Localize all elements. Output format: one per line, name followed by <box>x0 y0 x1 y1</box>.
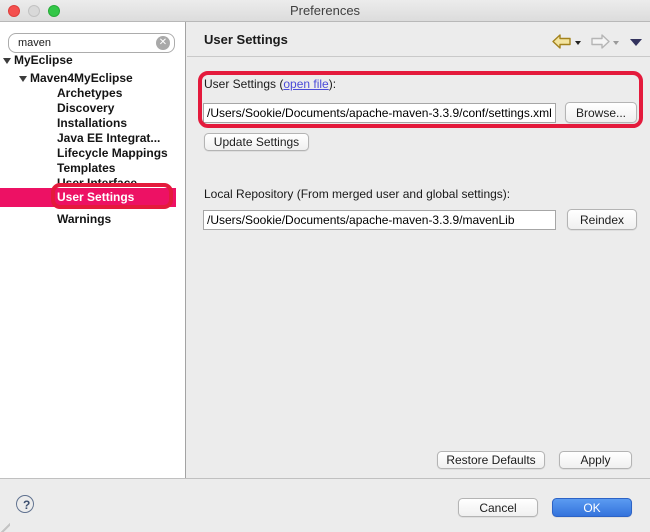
filter-search-input[interactable] <box>8 33 175 53</box>
tree-item-user-settings-selected[interactable]: User Settings <box>0 188 176 207</box>
tree-item-lifecycle-mappings[interactable]: Lifecycle Mappings <box>0 146 185 161</box>
help-icon[interactable]: ? <box>16 495 34 513</box>
dialog-button-bar: ? Cancel OK <box>0 478 650 532</box>
tree-item-discovery[interactable]: Discovery <box>0 101 185 116</box>
apply-button[interactable]: Apply <box>559 451 632 469</box>
preferences-dialog: Preferences ✕ MyEclipse Maven4MyEclipse … <box>0 0 650 532</box>
back-arrow-icon[interactable] <box>552 34 572 49</box>
header-separator <box>187 56 650 57</box>
tree-item-myeclipse[interactable]: MyEclipse <box>0 53 185 68</box>
open-file-link[interactable]: open file <box>283 77 328 91</box>
restore-defaults-button[interactable]: Restore Defaults <box>437 451 545 469</box>
update-settings-button[interactable]: Update Settings <box>204 133 309 151</box>
forward-history-dropdown-icon[interactable] <box>613 41 619 45</box>
reindex-button[interactable]: Reindex <box>567 209 637 230</box>
resize-grip[interactable] <box>0 522 10 532</box>
tree-item-installations[interactable]: Installations <box>0 116 185 131</box>
search-clear-icon[interactable]: ✕ <box>156 36 170 50</box>
local-repository-label: Local Repository (From merged user and g… <box>204 187 510 201</box>
settings-panel: User Settings User Settings (open file):… <box>187 22 650 478</box>
preferences-sidebar: ✕ MyEclipse Maven4MyEclipse Archetypes D… <box>0 22 186 478</box>
ok-button[interactable]: OK <box>552 498 632 517</box>
view-menu-icon[interactable] <box>630 39 642 46</box>
title-bar: Preferences <box>0 0 650 22</box>
expander-triangle-icon[interactable] <box>19 76 27 82</box>
cancel-button[interactable]: Cancel <box>458 498 538 517</box>
expander-triangle-icon[interactable] <box>3 58 11 64</box>
tree-item-java-ee-integration[interactable]: Java EE Integrat... <box>0 131 185 146</box>
tree-item-archetypes[interactable]: Archetypes <box>0 86 185 101</box>
window-title: Preferences <box>0 0 650 22</box>
local-repository-path-input[interactable] <box>203 210 556 230</box>
user-settings-label: User Settings (open file): <box>204 77 336 91</box>
tree-item-warnings[interactable]: Warnings <box>0 212 185 227</box>
tree-item-maven4myeclipse[interactable]: Maven4MyEclipse <box>0 71 185 86</box>
back-history-dropdown-icon[interactable] <box>575 41 581 45</box>
page-title: User Settings <box>204 32 288 47</box>
header-navigation <box>552 34 642 49</box>
tree-item-templates[interactable]: Templates <box>0 161 185 176</box>
browse-button[interactable]: Browse... <box>565 102 637 123</box>
forward-arrow-icon[interactable] <box>590 34 610 49</box>
user-settings-path-input[interactable] <box>203 103 556 123</box>
